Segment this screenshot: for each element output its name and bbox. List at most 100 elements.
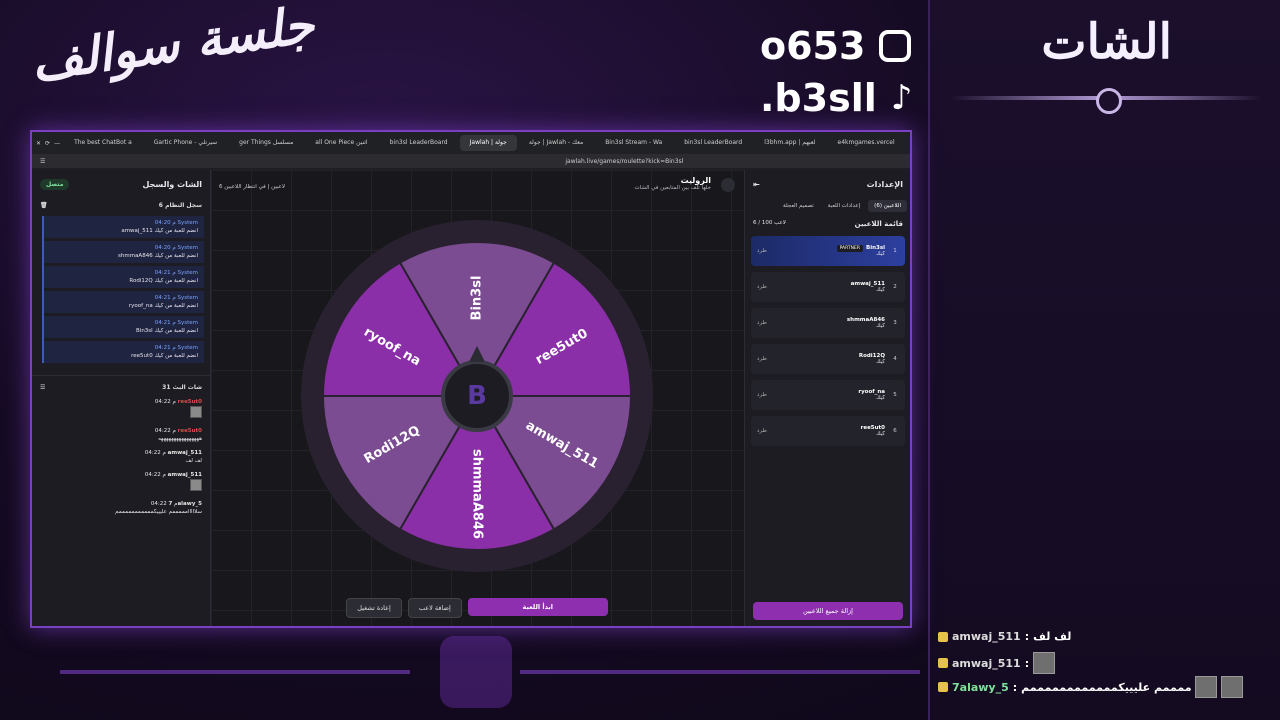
live-chat-meta: 04:22 م ree5ut0 <box>40 427 202 435</box>
kick-button[interactable]: طرد <box>757 284 767 290</box>
system-log-entry: 04:21 م System Bin3sl انضم للعبة من كيك <box>44 316 204 338</box>
chat-username: amwaj_511 <box>952 630 1021 643</box>
player-row: طرد shmmaA846 كيك 3 <box>751 308 905 338</box>
remove-all-players-button[interactable]: إزالة جميع اللاعبين <box>753 602 903 620</box>
kick-button[interactable]: طرد <box>757 356 767 362</box>
player-index: 5 <box>893 392 897 398</box>
trash-icon[interactable]: 🗑 <box>40 202 48 209</box>
player-right: ryoof_na كيك 5 <box>858 389 899 401</box>
player-info: shmmaA846 كيك <box>847 317 885 329</box>
live-chat-message: 04:22 م 7alawy_5 سلااااامممممم عليييكمممم… <box>32 497 210 519</box>
live-chat-time: 04:22 م <box>144 450 166 456</box>
live-chat-user: ree5ut0 <box>177 399 202 405</box>
browser-tab[interactable]: l3bhm.app | لعبهم <box>754 135 825 151</box>
live-chat-count: 31 <box>162 384 171 391</box>
system-log-text: ryoof_na انضم للعبة من كيك <box>128 303 198 309</box>
player-row: طرد amwaj_511 كيك 2 <box>751 272 905 302</box>
emote-icon <box>190 479 202 491</box>
browser-tab[interactable]: Bin3sl Stream - Wa <box>595 135 672 151</box>
player-info: PARTNER Bin3sl كيك <box>836 245 885 257</box>
system-log-meta: 04:21 م System <box>154 295 198 301</box>
system-log-list: 04:20 م System amwaj_511 انضم للعبة من كي… <box>42 216 204 363</box>
refresh-icon[interactable]: ⟳ <box>45 140 50 147</box>
live-chat-message: 04:22 م ree5ut0 <box>32 395 210 424</box>
browser-tab[interactable]: ger Things مسلسل <box>229 135 303 151</box>
stream-chat-message: amwaj_511 : <box>938 652 1056 674</box>
player-index: 2 <box>893 284 897 290</box>
settings-tab[interactable]: إعدادات اللعبة <box>822 200 866 212</box>
system-log-count: 6 <box>158 202 163 209</box>
reset-button[interactable]: إعادة تشغيل <box>346 598 402 618</box>
player-info: ryoof_na كيك <box>858 389 885 401</box>
player-row: طرد PARTNER Bin3sl كيك 1 <box>751 236 905 266</box>
menu-icon[interactable]: ☰ <box>40 158 45 165</box>
system-log-entry: 04:21 م System ryoof_na انضم للعبة من كيك <box>44 291 204 313</box>
browser-tab[interactable]: جولة | Jawlah - معك <box>519 135 593 151</box>
live-chat-header: ☰ 31 شات البث <box>32 375 210 395</box>
home-button[interactable] <box>721 178 735 192</box>
kick-button[interactable]: طرد <box>757 320 767 326</box>
live-chat-message: 04:22 م amwaj_511 <box>32 468 210 497</box>
tab-bar: ✕ ⟳ — The best ChatBot a Gartic Phone - س… <box>32 132 910 154</box>
browser-tab[interactable]: Gartic Phone - سيرتلي <box>144 135 227 151</box>
roulette-wheel[interactable]: Bin3sl ree5ut0 amwaj_511 shmmaA846 Rodi12Q ry… <box>301 220 653 572</box>
collapse-icon[interactable]: ⇤ <box>753 180 760 189</box>
system-log-meta: 04:20 م System <box>154 220 198 226</box>
player-source: كيك <box>876 395 885 401</box>
players-status: 6 لاعبين | في انتظار اللاعبين <box>219 184 286 190</box>
minimize-icon[interactable]: — <box>54 140 60 147</box>
live-chat-text: سلااااامممممم عليييكمممممممممممم <box>115 509 202 515</box>
settings-tab[interactable]: تصميم العجلة <box>777 200 820 212</box>
system-log-entry: 04:20 م System shmmaA846 انضم للعبة من كي… <box>44 241 204 263</box>
crown-icon <box>938 682 948 692</box>
add-player-button[interactable]: إضافة لاعب <box>407 598 462 618</box>
stream-chat-message: amwaj_511 : لف لف <box>938 630 1071 643</box>
browser-tab[interactable]: bin3sl LeaderBoard <box>380 135 458 151</box>
emote-icon <box>1221 676 1244 698</box>
live-chat-meta: 04:22 م amwaj_511 <box>40 471 202 479</box>
live-chat-time: 04:22 م <box>154 399 176 405</box>
browser-tab[interactable]: all One Piece اثنين <box>305 135 377 151</box>
close-window-icon[interactable]: ✕ <box>36 140 41 147</box>
tiktok-icon: ♪ <box>890 78 913 118</box>
url-field[interactable]: jawlah.live/games/roulette?kick=Bin3sl <box>565 158 683 165</box>
address-bar: ☰ jawlah.live/games/roulette?kick=Bin3sl <box>32 154 910 168</box>
start-game-button[interactable]: ابدأ اللعبة <box>467 598 608 616</box>
wheel-segment-label: shmmaA846 <box>470 449 485 539</box>
live-chat-title: شات البث <box>172 384 202 391</box>
system-log-entry: 04:21 م System ree5ut0 انضم للعبة من كيك <box>44 341 204 363</box>
kick-button[interactable]: طرد <box>757 392 767 398</box>
browser-tab[interactable]: e4kmgames.vercel <box>828 135 905 151</box>
live-chat-user: amwaj_511 <box>167 472 202 478</box>
chat-text: لف لف <box>1033 630 1072 643</box>
brand-glow-logo-icon <box>440 636 512 708</box>
chat-log-title: الشات والسجل <box>142 179 202 189</box>
emote-icon <box>1195 676 1218 698</box>
jawlah-app: متصل الشات والسجل 🗑 6 سجل النظام 04:20 م… <box>32 170 910 626</box>
player-info: Rodi12Q كيك <box>859 353 885 365</box>
kick-button[interactable]: طرد <box>757 248 767 254</box>
instagram-icon <box>879 30 912 62</box>
player-row: طرد Rodi12Q كيك 4 <box>751 344 905 374</box>
partner-badge: PARTNER <box>836 245 864 252</box>
tiktok-handle-text: .b3sll <box>760 76 877 120</box>
player-list: طرد PARTNER Bin3sl كيك 1 طرد amwaj_511 كيك 2 طرد s… <box>745 236 910 446</box>
live-chat-list: 04:22 م ree5ut0 04:22 م ree5ut0 هههههههههه… <box>32 395 210 519</box>
player-row: طرد ree5ut0 كيك 6 <box>751 416 905 446</box>
list-icon[interactable]: ☰ <box>40 384 45 391</box>
system-log-title: سجل النظام <box>165 202 202 209</box>
kick-button[interactable]: طرد <box>757 428 767 434</box>
system-log-meta: 04:21 م System <box>154 320 198 326</box>
player-source: كيك <box>876 359 885 365</box>
crown-icon <box>938 631 948 642</box>
browser-tab[interactable]: Jawlah | جولة <box>459 135 517 151</box>
browser-tab[interactable]: The best ChatBot a <box>64 135 142 151</box>
browser-tab[interactable]: bin3sl LeaderBoard <box>674 135 752 151</box>
settings-tab[interactable]: اللاعبين (6) <box>868 200 907 212</box>
chat-username: 7alawy_5 <box>952 680 1009 694</box>
live-chat-meta: 04:22 م 7alawy_5 <box>40 500 202 508</box>
live-chat-time: 04:22 م <box>144 472 166 478</box>
live-chat-text: ههههههههههههههههه <box>158 436 202 442</box>
player-row: طرد ryoof_na كيك 5 <box>751 380 905 410</box>
settings-header: ⇤ الإعدادات <box>745 170 910 198</box>
